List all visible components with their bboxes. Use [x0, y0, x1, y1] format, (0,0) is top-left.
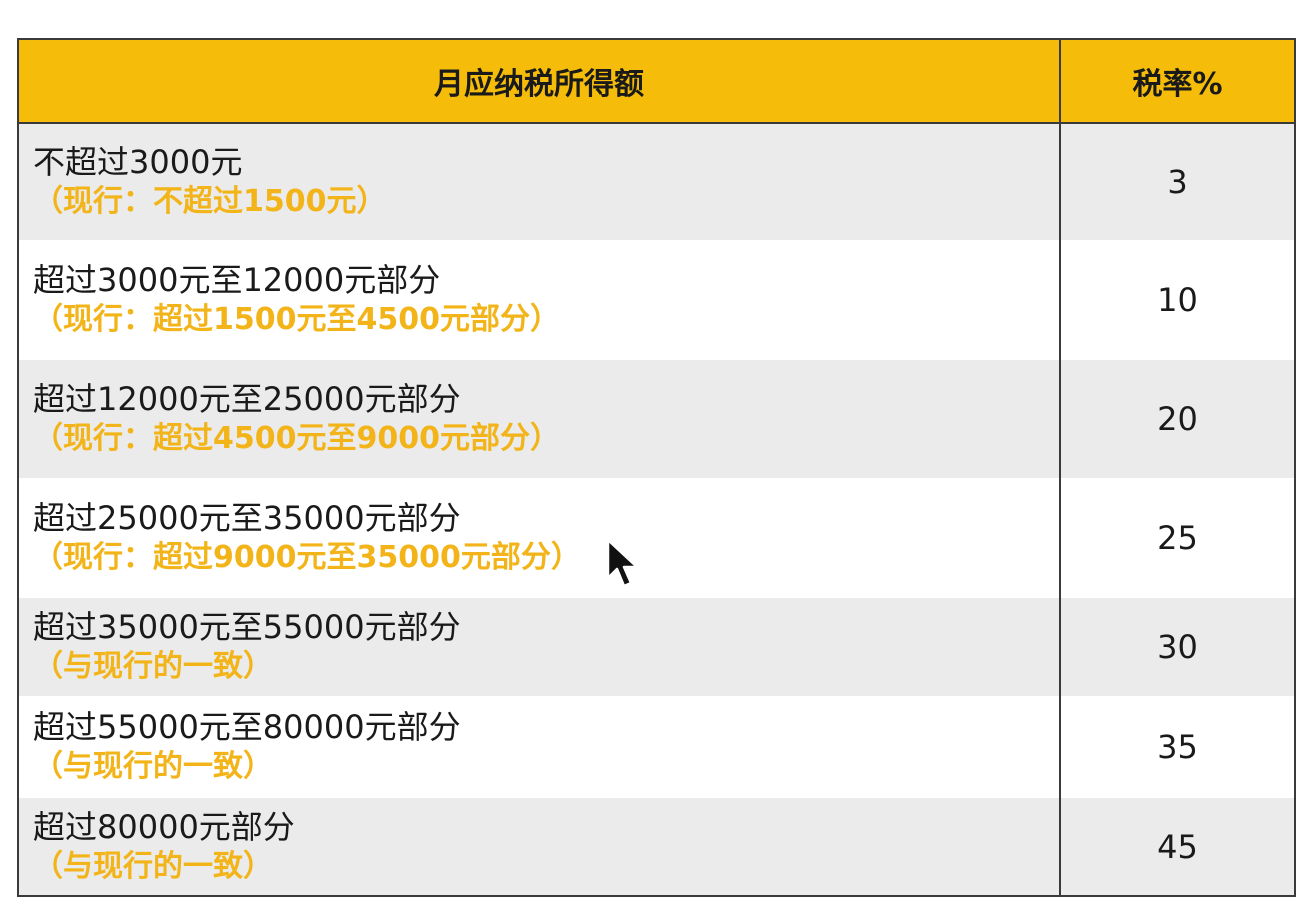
- range-cell: 超过80000元部分 （与现行的一致）: [18, 798, 1060, 896]
- range-text: 超过35000元至55000元部分: [33, 608, 461, 646]
- table-row: 超过12000元至25000元部分 （现行：超过4500元至9000元部分） 2…: [18, 360, 1295, 478]
- current-rule-note: （现行：超过1500元至4500元部分）: [33, 302, 560, 337]
- table-row: 超过80000元部分 （与现行的一致） 45: [18, 798, 1295, 896]
- range-cell: 超过25000元至35000元部分 （现行：超过9000元至35000元部分）: [18, 478, 1060, 598]
- current-rule-note: （现行：超过4500元至9000元部分）: [33, 421, 560, 456]
- range-text: 超过25000元至35000元部分: [33, 499, 461, 537]
- current-rule-note: （现行：超过9000元至35000元部分）: [33, 540, 581, 575]
- current-rule-note: （与现行的一致）: [33, 848, 273, 884]
- table-row: 超过25000元至35000元部分 （现行：超过9000元至35000元部分） …: [18, 478, 1295, 598]
- current-rule-note: （与现行的一致）: [33, 749, 273, 784]
- table-header-row: 月应纳税所得额 税率%: [18, 39, 1295, 124]
- current-rule-note: （与现行的一致）: [33, 649, 273, 684]
- range-cell: 超过12000元至25000元部分 （现行：超过4500元至9000元部分）: [18, 360, 1060, 478]
- rate-cell: 10: [1059, 240, 1295, 360]
- rate-cell: 3: [1059, 123, 1295, 240]
- range-cell: 超过55000元至80000元部分 （与现行的一致）: [18, 696, 1060, 798]
- table-row: 超过3000元至12000元部分 （现行：超过1500元至4500元部分） 10: [18, 240, 1295, 360]
- range-text: 超过55000元至80000元部分: [33, 708, 461, 746]
- range-text: 不超过3000元: [33, 143, 243, 181]
- rate-cell: 20: [1059, 360, 1295, 478]
- table-row: 超过55000元至80000元部分 （与现行的一致） 35: [18, 696, 1295, 798]
- rate-cell: 45: [1059, 798, 1295, 896]
- tax-rate-table: 月应纳税所得额 税率% 不超过3000元 （现行：不超过1500元） 3 超过3…: [17, 38, 1296, 897]
- range-cell: 超过3000元至12000元部分 （现行：超过1500元至4500元部分）: [18, 240, 1060, 360]
- rate-cell: 30: [1059, 598, 1295, 696]
- current-rule-note: （现行：不超过1500元）: [33, 184, 387, 219]
- header-tax-rate: 税率%: [1059, 39, 1295, 124]
- range-text: 超过3000元至12000元部分: [33, 261, 441, 299]
- mouse-pointer-icon: [606, 538, 639, 588]
- rate-cell: 25: [1059, 478, 1295, 598]
- rate-cell: 35: [1059, 696, 1295, 798]
- table-row: 超过35000元至55000元部分 （与现行的一致） 30: [18, 598, 1295, 696]
- table-row: 不超过3000元 （现行：不超过1500元） 3: [18, 123, 1295, 240]
- range-text: 超过12000元至25000元部分: [33, 380, 461, 418]
- header-taxable-income: 月应纳税所得额: [18, 39, 1060, 124]
- range-cell: 不超过3000元 （现行：不超过1500元）: [18, 123, 1060, 240]
- range-cell: 超过35000元至55000元部分 （与现行的一致）: [18, 598, 1060, 696]
- screen: 月应纳税所得额 税率% 不超过3000元 （现行：不超过1500元） 3 超过3…: [0, 0, 1298, 904]
- range-text: 超过80000元部分: [33, 807, 295, 846]
